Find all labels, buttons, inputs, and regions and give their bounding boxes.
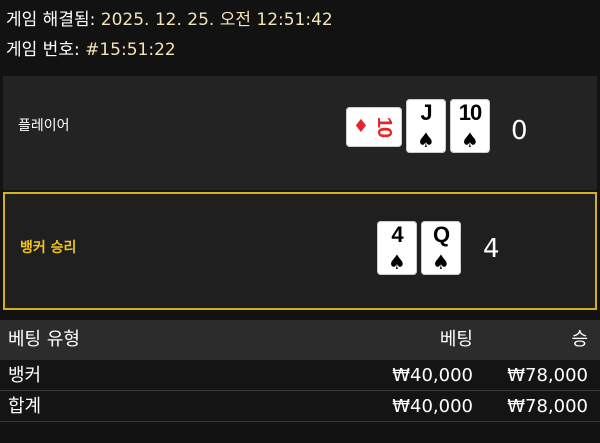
card-rank: 10 (373, 116, 395, 138)
bet-type-cell: 뱅커 (8, 365, 42, 386)
player-card-3: 10 ♠ (450, 99, 490, 153)
banker-hand-panel: 뱅커 승리 4 ♠ Q ♠ 4 (3, 192, 597, 310)
banker-cards: 4 ♠ Q ♠ (377, 221, 461, 275)
total-win: ₩78,000 (507, 396, 588, 417)
spade-suit-icon: ♠ (388, 250, 406, 274)
player-card-2: J ♠ (406, 99, 446, 153)
game-number-value: #15:51:22 (85, 40, 176, 60)
game-number-line: 게임 번호: #15:51:22 (6, 39, 176, 61)
bet-table: 베팅 유형 베팅 승 뱅커 ₩40,000 ₩78,000 합계 ₩40,000… (0, 320, 600, 422)
game-resolved-label: 게임 해결됨: (6, 10, 96, 30)
card-rank: 4 (391, 222, 403, 247)
header-bet-type: 베팅 유형 (8, 329, 80, 350)
total-label: 합계 (8, 396, 42, 417)
diamond-suit-icon: ♦ (352, 116, 370, 137)
table-row: 뱅커 ₩40,000 ₩78,000 (0, 360, 600, 391)
game-resolved-line: 게임 해결됨: 2025. 12. 25. 오전 12:51:42 (6, 9, 333, 31)
banker-card-2: Q ♠ (421, 221, 461, 275)
spade-suit-icon: ♠ (461, 128, 479, 152)
game-number-label: 게임 번호: (6, 40, 80, 60)
total-row: 합계 ₩40,000 ₩78,000 (0, 391, 600, 422)
total-bet: ₩40,000 (392, 396, 473, 417)
card-rank: 10 (458, 100, 482, 125)
player-cards: ♦ 10 J ♠ 10 ♠ (346, 99, 490, 153)
bet-table-header: 베팅 유형 베팅 승 (0, 320, 600, 360)
banker-win-label: 뱅커 승리 (20, 240, 77, 256)
spade-suit-icon: ♠ (417, 128, 435, 152)
card-rank: Q (432, 222, 450, 247)
banker-card-1: 4 ♠ (377, 221, 417, 275)
player-card-1: ♦ 10 (346, 107, 402, 147)
header-win: 승 (571, 329, 588, 350)
player-hand-panel: 플레이어 ♦ 10 J ♠ 10 ♠ 0 (3, 76, 597, 190)
banker-score: 4 (483, 234, 500, 264)
win-amount-cell: ₩78,000 (507, 365, 588, 386)
game-resolved-value: 2025. 12. 25. 오전 12:51:42 (100, 10, 333, 30)
player-label: 플레이어 (18, 118, 70, 134)
header-bet: 베팅 (439, 329, 473, 350)
spade-suit-icon: ♠ (432, 250, 450, 274)
player-score: 0 (511, 116, 528, 146)
card-rank: J (420, 100, 432, 125)
bet-amount-cell: ₩40,000 (392, 365, 473, 386)
